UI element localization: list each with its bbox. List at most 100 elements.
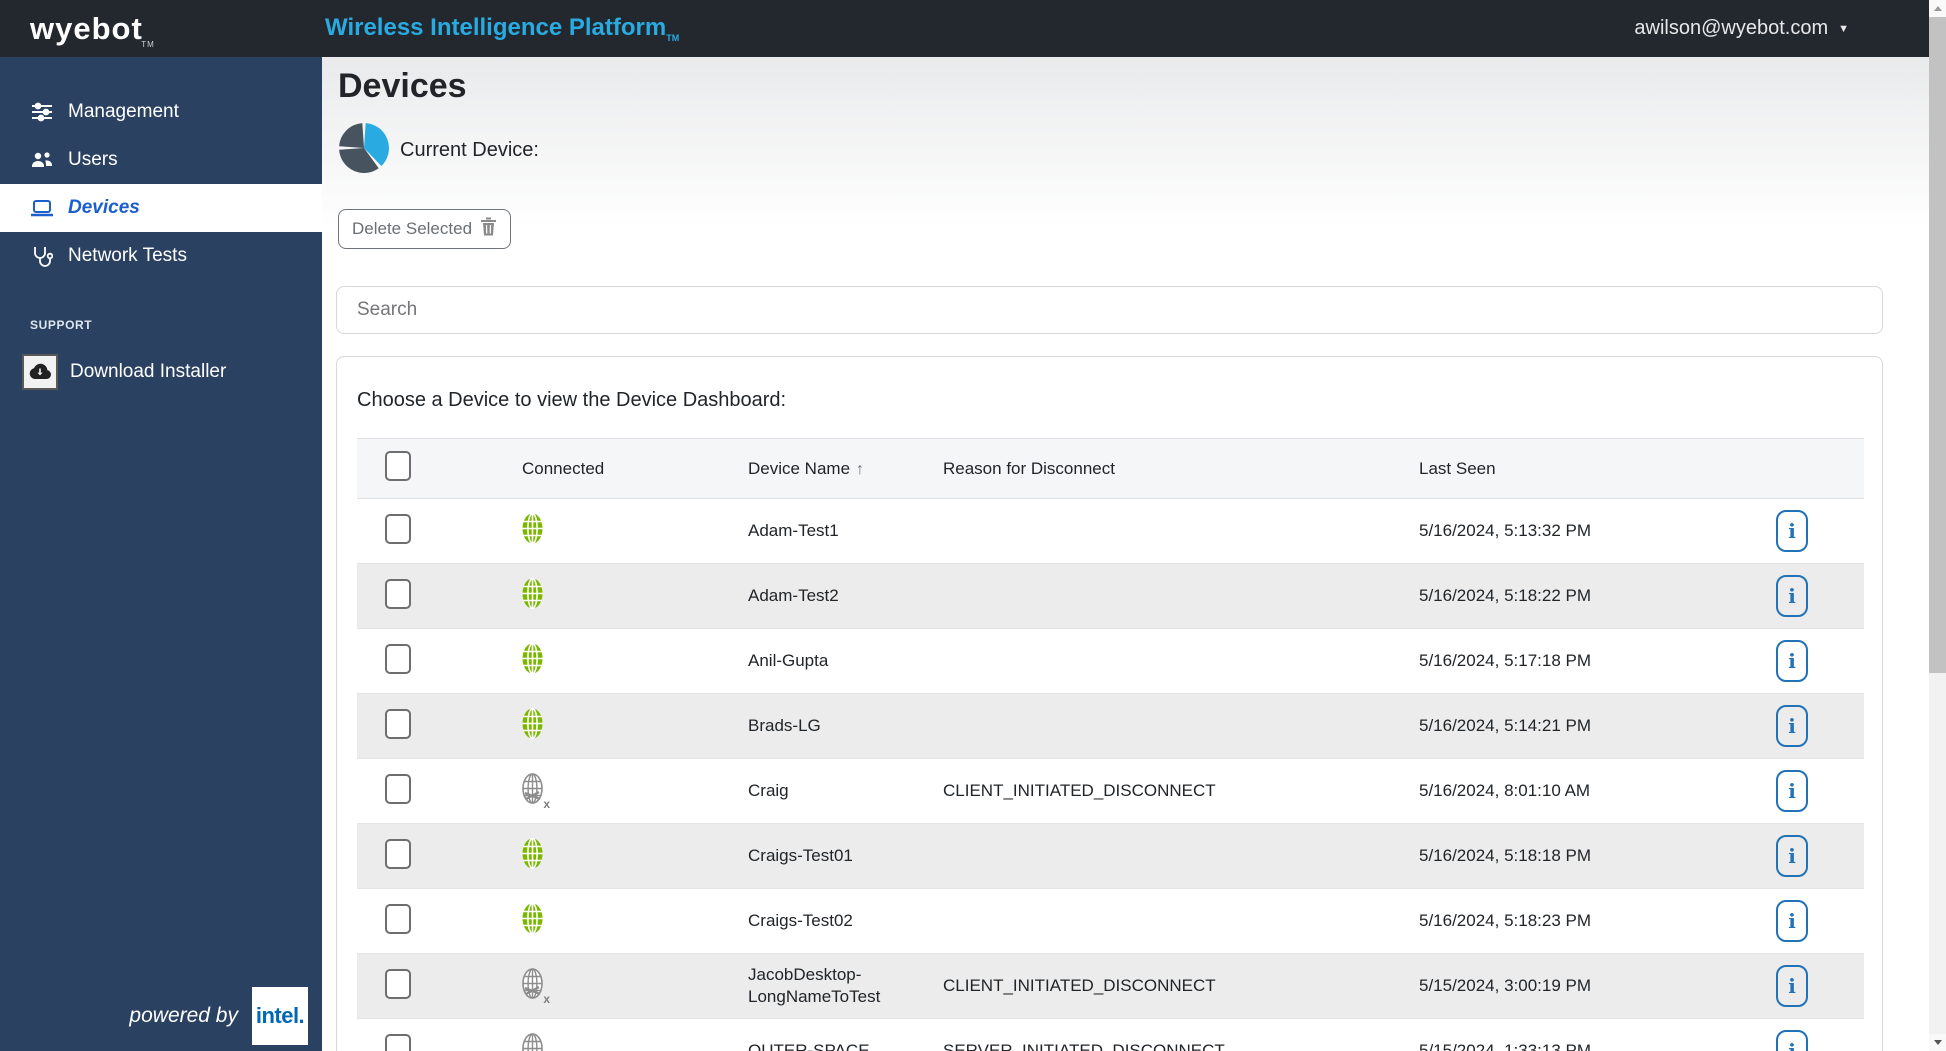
sidebar-item-network-tests[interactable]: Network Tests	[0, 232, 322, 280]
last-seen-timestamp: 5/16/2024, 5:18:22 PM	[1419, 586, 1591, 605]
page-scrollbar[interactable]	[1929, 0, 1946, 1051]
device-name: Craigs-Test02	[748, 911, 853, 930]
disconnected-globe-icon: x	[522, 1033, 543, 1051]
devices-table: Connected Device Name↑ Reason for Discon…	[357, 438, 1864, 1051]
scrollbar-thumb[interactable]	[1929, 17, 1946, 673]
device-name: Adam-Test2	[748, 586, 839, 605]
row-checkbox[interactable]	[385, 904, 411, 934]
last-seen-timestamp: 5/16/2024, 8:01:10 AM	[1419, 781, 1590, 800]
app-header: wyebotTM Wireless Intelligence PlatformT…	[0, 0, 1929, 57]
sidebar-item-devices[interactable]: Devices	[0, 184, 322, 232]
users-icon	[30, 148, 54, 172]
device-row[interactable]: x JacobDesktop-LongNameToTest CLIENT_INI…	[357, 954, 1864, 1019]
sidebar: Management Users Devices Network Tests	[0, 57, 322, 1051]
row-checkbox[interactable]	[385, 774, 411, 804]
row-checkbox[interactable]	[385, 644, 411, 674]
row-checkbox[interactable]	[385, 969, 411, 999]
device-info-button[interactable]: i	[1776, 705, 1808, 747]
disconnect-reason: CLIENT_INITIATED_DISCONNECT	[943, 976, 1216, 995]
platform-title: Wireless Intelligence PlatformTM	[325, 14, 679, 43]
sidebar-item-label: Network Tests	[68, 245, 187, 267]
powered-by-text: powered by	[129, 1004, 238, 1028]
device-row[interactable]: x OUTER-SPACE SERVER_INITIATED_DISCONNEC…	[357, 1019, 1864, 1051]
device-row[interactable]: x Craigs-Test02 5/16/2024, 5:18:23 PM i	[357, 889, 1864, 954]
device-name: Anil-Gupta	[748, 651, 828, 670]
device-name: OUTER-SPACE	[748, 1041, 870, 1051]
row-checkbox[interactable]	[385, 709, 411, 739]
laptop-icon	[30, 196, 54, 220]
page-title: Devices	[338, 67, 1929, 106]
select-all-checkbox[interactable]	[385, 451, 411, 481]
platform-trademark: TM	[666, 33, 679, 43]
user-email: awilson@wyebot.com	[1634, 17, 1828, 40]
sliders-icon	[30, 100, 54, 124]
device-name: Adam-Test1	[748, 521, 839, 540]
scroll-down-icon	[1934, 1040, 1942, 1045]
device-name: Brads-LG	[748, 716, 821, 735]
device-row[interactable]: x Adam-Test1 5/16/2024, 5:13:32 PM i	[357, 499, 1864, 564]
row-checkbox[interactable]	[385, 514, 411, 544]
device-row[interactable]: x Adam-Test2 5/16/2024, 5:18:22 PM i	[357, 564, 1864, 629]
device-info-button[interactable]: i	[1776, 835, 1808, 877]
row-checkbox[interactable]	[385, 579, 411, 609]
last-seen-timestamp: 5/16/2024, 5:18:18 PM	[1419, 846, 1591, 865]
device-name: Craigs-Test01	[748, 846, 853, 865]
search-input[interactable]	[336, 286, 1883, 334]
disconnect-x-mark: x	[543, 797, 550, 811]
last-seen-timestamp: 5/15/2024, 1:33:13 PM	[1419, 1041, 1591, 1051]
column-header-device-name[interactable]: Device Name↑	[748, 439, 943, 499]
sort-ascending-icon: ↑	[856, 461, 864, 478]
column-header-reason[interactable]: Reason for Disconnect	[943, 439, 1419, 499]
last-seen-timestamp: 5/16/2024, 5:14:21 PM	[1419, 716, 1591, 735]
device-row[interactable]: x Brads-LG 5/16/2024, 5:14:21 PM i	[357, 694, 1864, 759]
download-installer-label: Download Installer	[70, 361, 226, 383]
device-info-button[interactable]: i	[1776, 510, 1808, 552]
sidebar-item-management[interactable]: Management	[0, 88, 322, 136]
device-info-button[interactable]: i	[1776, 575, 1808, 617]
connected-globe-icon	[522, 708, 543, 744]
main-content: Devices Current Device: Delete Selected …	[322, 57, 1929, 1051]
download-installer-button[interactable]: Download Installer	[0, 346, 322, 398]
stethoscope-icon	[30, 244, 54, 268]
device-info-button[interactable]: i	[1776, 640, 1808, 682]
connected-globe-icon	[522, 903, 543, 939]
delete-selected-button[interactable]: Delete Selected	[338, 209, 511, 249]
device-row[interactable]: x Anil-Gupta 5/16/2024, 5:17:18 PM i	[357, 629, 1864, 694]
connected-globe-icon	[522, 513, 543, 549]
device-row[interactable]: x Craig CLIENT_INITIATED_DISCONNECT 5/16…	[357, 759, 1864, 824]
disconnect-x-mark: x	[543, 992, 550, 1006]
device-name: JacobDesktop-LongNameToTest	[748, 965, 880, 1006]
devices-card: Choose a Device to view the Device Dashb…	[336, 356, 1883, 1051]
table-header-row: Connected Device Name↑ Reason for Discon…	[357, 439, 1864, 499]
last-seen-timestamp: 5/16/2024, 5:13:32 PM	[1419, 521, 1591, 540]
last-seen-timestamp: 5/16/2024, 5:18:23 PM	[1419, 911, 1591, 930]
sidebar-item-label: Management	[68, 101, 179, 123]
connected-globe-icon	[522, 838, 543, 874]
disconnect-reason: SERVER_INITIATED_DISCONNECT	[943, 1041, 1225, 1051]
scrollbar-down-button[interactable]	[1929, 1034, 1946, 1051]
logo-trademark: TM	[141, 40, 155, 49]
device-info-button[interactable]: i	[1776, 1030, 1808, 1051]
cloud-download-icon	[22, 354, 58, 390]
device-info-button[interactable]: i	[1776, 770, 1808, 812]
row-checkbox[interactable]	[385, 839, 411, 869]
device-row[interactable]: x Craigs-Test01 5/16/2024, 5:18:18 PM i	[357, 824, 1864, 889]
row-checkbox[interactable]	[385, 1034, 411, 1051]
sidebar-item-users[interactable]: Users	[0, 136, 322, 184]
intel-logo: intel.	[252, 987, 308, 1045]
disconnect-reason: CLIENT_INITIATED_DISCONNECT	[943, 781, 1216, 800]
wyebot-logo: wyebotTM	[30, 11, 143, 47]
column-header-connected[interactable]: Connected	[522, 439, 748, 499]
sidebar-item-label: Users	[68, 149, 118, 171]
device-info-button[interactable]: i	[1776, 900, 1808, 942]
last-seen-timestamp: 5/16/2024, 5:17:18 PM	[1419, 651, 1591, 670]
user-account-menu[interactable]: awilson@wyebot.com ▼	[1634, 17, 1849, 40]
sidebar-item-label: Devices	[68, 197, 140, 219]
scrollbar-up-button[interactable]	[1929, 0, 1946, 17]
device-info-button[interactable]: i	[1776, 965, 1808, 1007]
trash-icon	[480, 217, 497, 241]
scroll-up-icon	[1934, 6, 1942, 11]
column-header-last-seen[interactable]: Last Seen	[1419, 439, 1776, 499]
support-section-heading: SUPPORT	[30, 318, 322, 332]
chevron-down-icon: ▼	[1838, 23, 1849, 35]
